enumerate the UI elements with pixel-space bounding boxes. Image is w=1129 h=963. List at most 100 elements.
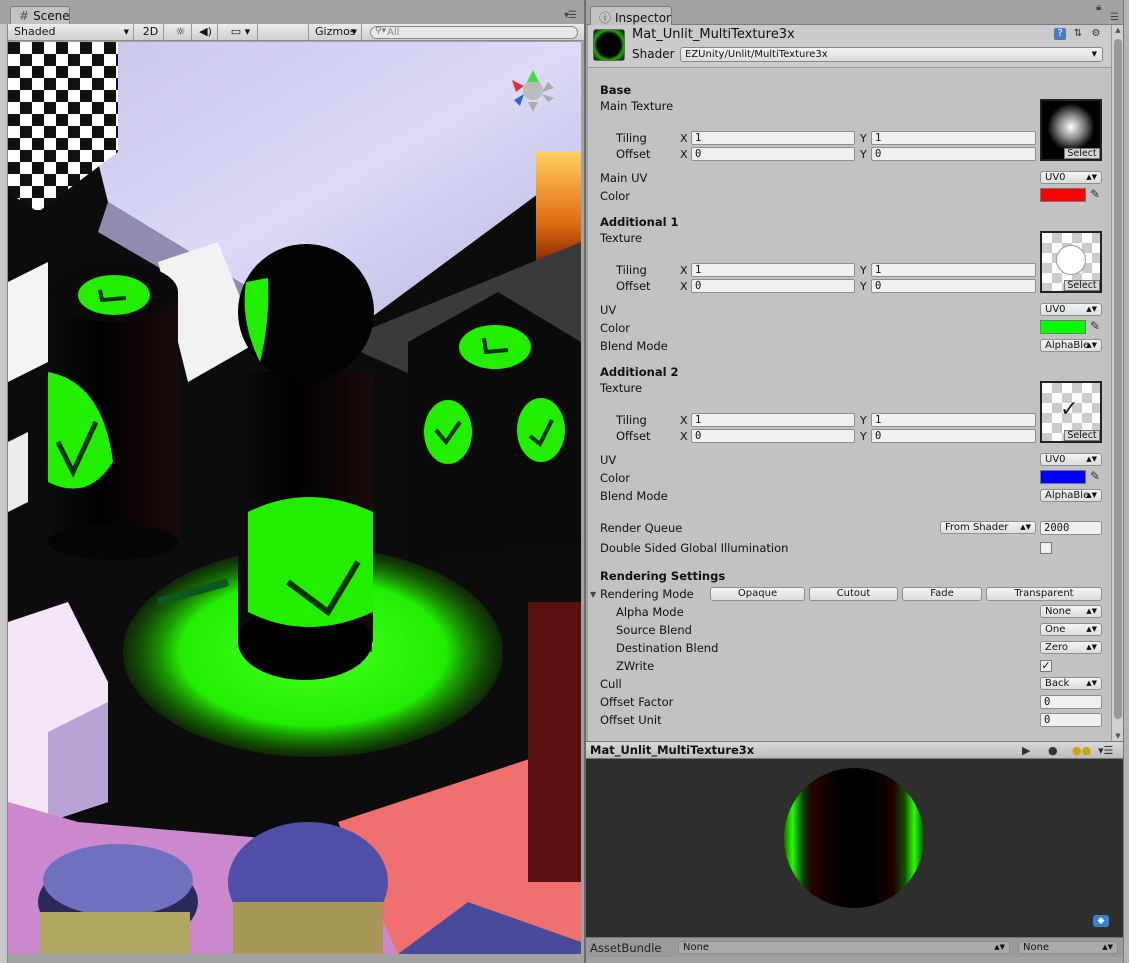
zwrite-checkbox[interactable]: ✓ — [1040, 660, 1052, 672]
add2-blend-label: Blend Mode — [600, 489, 668, 503]
eyedropper-icon[interactable]: ✎ — [1088, 470, 1102, 484]
chevron-down-icon: ▲▼ — [1086, 625, 1097, 633]
base-tiling-x[interactable]: 1 — [691, 131, 855, 145]
section-add1-title: Additional 1 — [600, 215, 679, 229]
render-queue-source-dropdown[interactable]: From Shader ▲▼ — [940, 521, 1036, 534]
sphere-icon[interactable]: ● — [1048, 744, 1058, 757]
add2-tiling-x[interactable]: 1 — [691, 413, 855, 427]
add2-tiling-y[interactable]: 1 — [871, 413, 1036, 427]
chevron-down-icon: ▲▼ — [994, 943, 1005, 951]
offset-unit-field[interactable]: 0 — [1040, 713, 1102, 727]
add2-blend-dropdown[interactable]: AlphaBle ▲▼ — [1040, 489, 1102, 502]
sun-icon[interactable]: ☼ — [170, 24, 192, 41]
base-offset-x[interactable]: 0 — [691, 147, 855, 161]
source-blend-dropdown[interactable]: One ▲▼ — [1040, 623, 1102, 636]
y-label: Y — [860, 280, 867, 293]
add2-offset-y[interactable]: 0 — [871, 429, 1036, 443]
rendering-mode-transparent-button[interactable]: Transparent — [986, 587, 1102, 601]
add1-blend-dropdown[interactable]: AlphaBle ▲▼ — [1040, 339, 1102, 352]
foldout-arrow-icon[interactable]: ▼ — [590, 590, 596, 599]
add2-color-swatch[interactable] — [1040, 470, 1086, 484]
select-texture-button[interactable]: Select — [1064, 280, 1100, 291]
preview-header[interactable]: Mat_Unlit_MultiTexture3x ▶ ● ●● ▾☰ — [586, 741, 1123, 759]
select-texture-button[interactable]: Select — [1064, 148, 1100, 159]
audio-icon[interactable]: ◀) — [194, 24, 218, 41]
add1-offset-x[interactable]: 0 — [691, 279, 855, 293]
chevron-down-icon: ▲▼ — [1086, 173, 1097, 181]
add1-offset-y[interactable]: 0 — [871, 279, 1036, 293]
scene-viewport[interactable] — [8, 42, 581, 954]
gizmos-dropdown[interactable]: Gizmos ▼ — [308, 24, 362, 41]
add2-texture-label: Texture — [600, 381, 643, 395]
image-icon[interactable]: ▭ ▾ — [224, 24, 258, 41]
add2-uv-dropdown[interactable]: UV0 ▲▼ — [1040, 453, 1102, 466]
add2-texture-slot[interactable]: ✓ Select — [1040, 381, 1102, 443]
chevron-down-icon: ▲▼ — [1086, 491, 1097, 499]
lock-icon[interactable]: 🔒︎ — [1096, 2, 1101, 13]
rendering-mode-opaque-button[interactable]: Opaque — [710, 587, 805, 601]
destination-blend-dropdown[interactable]: Zero ▲▼ — [1040, 641, 1102, 654]
rendering-mode-cutout-button[interactable]: Cutout — [809, 587, 898, 601]
help-icon[interactable]: ? — [1054, 28, 1066, 40]
alpha-mode-dropdown[interactable]: None ▲▼ — [1040, 605, 1102, 618]
add2-tiling-label: Tiling — [616, 413, 647, 427]
kebab-menu-icon[interactable]: ☰ — [1110, 12, 1119, 23]
light-icon[interactable]: ●● — [1072, 744, 1091, 757]
base-tiling-y[interactable]: 1 — [871, 131, 1036, 145]
destination-blend-label: Destination Blend — [616, 641, 719, 655]
select-texture-button[interactable]: Select — [1064, 430, 1100, 441]
double-sided-gi-checkbox[interactable] — [1040, 542, 1052, 554]
cull-dropdown[interactable]: Back ▲▼ — [1040, 677, 1102, 690]
scrollbar-thumb[interactable] — [1114, 39, 1122, 719]
add1-color-label: Color — [600, 321, 631, 335]
tab-scene[interactable]: # Scene — [10, 6, 70, 25]
texture-circle-preview — [1056, 245, 1086, 275]
eyedropper-icon[interactable]: ✎ — [1088, 188, 1102, 202]
alpha-mode-label: Alpha Mode — [616, 605, 684, 619]
add1-blend-label: Blend Mode — [600, 339, 668, 353]
chevron-down-icon: ▲▼ — [1086, 341, 1097, 349]
add1-texture-slot[interactable]: Select — [1040, 231, 1102, 293]
assetbundle-name-dropdown[interactable]: None ▲▼ — [678, 941, 1010, 954]
main-uv-dropdown[interactable]: UV0 ▲▼ — [1040, 171, 1102, 184]
render-queue-field[interactable]: 2000 — [1040, 521, 1102, 535]
rendering-mode-fade-button[interactable]: Fade — [902, 587, 982, 601]
assetbundle-variant-dropdown[interactable]: None ▲▼ — [1018, 941, 1118, 954]
kebab-menu-icon[interactable]: ▾☰ — [564, 10, 577, 21]
x-label: X — [680, 280, 688, 293]
add2-offset-x[interactable]: 0 — [691, 429, 855, 443]
base-offset-y[interactable]: 0 — [871, 147, 1036, 161]
tag-icon[interactable]: ◆ — [1093, 915, 1109, 927]
preview-sphere — [784, 768, 924, 908]
add1-tiling-x[interactable]: 1 — [691, 263, 855, 277]
shader-dropdown[interactable]: EZUnity/Unlit/MultiTexture3x ▼ — [680, 47, 1103, 62]
offset-factor-label: Offset Factor — [600, 695, 674, 709]
check-icon: ✓ — [1041, 659, 1051, 672]
gear-icon[interactable]: ⚙ — [1090, 28, 1102, 40]
preview-title: Mat_Unlit_MultiTexture3x — [590, 743, 755, 757]
add1-tiling-y[interactable]: 1 — [871, 263, 1036, 277]
shading-mode-dropdown[interactable]: Shaded ▼ — [8, 24, 134, 41]
eyedropper-icon[interactable]: ✎ — [1088, 320, 1102, 334]
inspector-panel: ⓘ Inspector 🔒︎ ☰ Mat_Unlit_MultiTexture3x… — [584, 0, 1129, 963]
add1-texture-label: Texture — [600, 231, 643, 245]
material-inspector: Mat_Unlit_MultiTexture3x Shader EZUnity/… — [588, 25, 1111, 741]
add1-uv-dropdown[interactable]: UV0 ▲▼ — [1040, 303, 1102, 316]
play-icon[interactable]: ▶ — [1022, 744, 1030, 757]
preset-icon[interactable]: ⇅ — [1072, 28, 1084, 40]
material-name: Mat_Unlit_MultiTexture3x — [632, 27, 795, 42]
kebab-menu-icon[interactable]: ▾☰ — [1098, 744, 1113, 757]
search-input[interactable]: ⚲▾ All — [370, 26, 578, 39]
inspector-scrollbar[interactable]: ▲ ▼ — [1111, 25, 1123, 741]
material-preview[interactable]: ◆ — [586, 759, 1123, 937]
main-texture-slot[interactable]: Select — [1040, 99, 1102, 161]
search-icon: ⚲▾ — [375, 26, 387, 36]
base-color-swatch[interactable] — [1040, 188, 1086, 202]
y-label: Y — [860, 264, 867, 277]
offset-factor-field[interactable]: 0 — [1040, 695, 1102, 709]
toggle-2d-button[interactable]: 2D — [138, 24, 164, 41]
tab-inspector[interactable]: ⓘ Inspector — [590, 6, 672, 25]
add1-color-swatch[interactable] — [1040, 320, 1086, 334]
scene-tabbar: # Scene ▾☰ — [0, 6, 584, 25]
chevron-down-icon: ▲▼ — [1086, 643, 1097, 651]
